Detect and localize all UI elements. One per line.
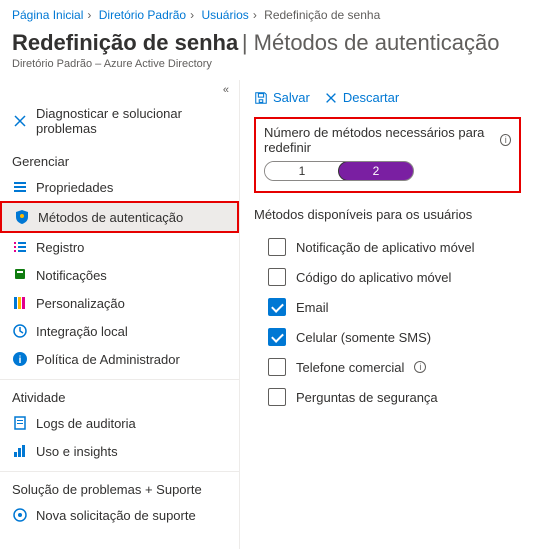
discard-label: Descartar (343, 90, 399, 105)
info-icon[interactable]: i (500, 134, 511, 146)
shield-icon (14, 209, 30, 225)
method-label: Notificação de aplicativo móvel (296, 240, 474, 255)
sidebar-item-usage[interactable]: Uso e insights (0, 437, 239, 465)
sidebar-item-new-request[interactable]: Nova solicitação de suporte (0, 501, 239, 529)
tenant-label: Diretório Padrão – Azure Active Director… (12, 58, 523, 70)
method-label: Perguntas de segurança (296, 390, 438, 405)
page-subtitle: | Métodos de autenticação (242, 30, 500, 55)
method-checkbox[interactable] (268, 328, 286, 346)
sidebar-item-label: Notificações (36, 268, 107, 283)
chart-icon (12, 443, 28, 459)
method-row: Código do aplicativo móvel (254, 262, 521, 292)
palette-icon (12, 295, 28, 311)
method-row: Perguntas de segurança (254, 382, 521, 412)
method-row: Notificação de aplicativo móvel (254, 232, 521, 262)
sidebar-group-support: Solução de problemas + Suporte (0, 471, 239, 501)
collapse-button[interactable]: « (0, 80, 239, 100)
sidebar-item-label: Uso e insights (36, 444, 118, 459)
method-checkbox[interactable] (268, 298, 286, 316)
sidebar-item-label: Nova solicitação de suporte (36, 508, 196, 523)
sidebar-item-audit[interactable]: Logs de auditoria (0, 409, 239, 437)
main-content: Salvar Descartar Número de métodos neces… (240, 80, 535, 549)
method-row: Celular (somente SMS) (254, 322, 521, 352)
methods-required-toggle[interactable]: 1 2 (264, 161, 414, 181)
sidebar-item-label: Política de Administrador (36, 352, 180, 367)
method-label: Celular (somente SMS) (296, 330, 431, 345)
sidebar-item-label: Diagnosticar e solucionar problemas (36, 106, 227, 136)
pill-option-2[interactable]: 2 (338, 161, 414, 181)
breadcrumb-link[interactable]: Usuários (201, 8, 248, 22)
sidebar-item-label: Métodos de autenticação (38, 210, 183, 225)
sidebar-item-registration[interactable]: Registro (0, 233, 239, 261)
info-icon: i (12, 351, 28, 367)
method-row: Telefone comercial i (254, 352, 521, 382)
sync-icon (12, 323, 28, 339)
methods-required-section: Número de métodos necessários para redef… (254, 117, 521, 193)
method-checkbox[interactable] (268, 358, 286, 376)
sidebar-item-label: Registro (36, 240, 84, 255)
bell-icon (12, 267, 28, 283)
sidebar-item-label: Logs de auditoria (36, 416, 136, 431)
page-header: Redefinição de senha | Métodos de autent… (0, 26, 535, 72)
sidebar-item-label: Propriedades (36, 180, 113, 195)
methods-required-label: Número de métodos necessários para redef… (264, 125, 511, 155)
breadcrumb-current: Redefinição de senha (264, 8, 380, 22)
close-icon (12, 113, 28, 129)
method-checkbox[interactable] (268, 268, 286, 286)
sidebar-item-auth-methods[interactable]: Métodos de autenticação (2, 203, 237, 231)
breadcrumb-link[interactable]: Página Inicial (12, 8, 83, 22)
sidebar-item-label: Integração local (36, 324, 128, 339)
sidebar-item-customization[interactable]: Personalização (0, 289, 239, 317)
method-label: Email (296, 300, 329, 315)
sidebar-item-onprem[interactable]: Integração local (0, 317, 239, 345)
sidebar-item-diagnose[interactable]: Diagnosticar e solucionar problemas (0, 100, 239, 142)
save-button[interactable]: Salvar (254, 90, 310, 105)
sidebar-group-activity: Atividade (0, 379, 239, 409)
close-icon (324, 91, 338, 105)
save-icon (254, 91, 268, 105)
breadcrumb: Página Inicial› Diretório Padrão› Usuári… (0, 0, 535, 26)
method-row: Email (254, 292, 521, 322)
page-title: Redefinição de senha (12, 30, 238, 55)
sidebar-item-admin-policy[interactable]: i Política de Administrador (0, 345, 239, 373)
sidebar-item-notifications[interactable]: Notificações (0, 261, 239, 289)
pill-option-1[interactable]: 1 (265, 162, 339, 180)
sidebar-group-manage: Gerenciar (0, 144, 239, 173)
method-checkbox[interactable] (268, 388, 286, 406)
svg-text:i: i (19, 355, 22, 366)
available-methods-list: Notificação de aplicativo móvel Código do… (254, 232, 521, 412)
properties-icon (12, 179, 28, 195)
toolbar: Salvar Descartar (254, 86, 521, 117)
sidebar-item-properties[interactable]: Propriedades (0, 173, 239, 201)
log-icon (12, 415, 28, 431)
list-icon (12, 239, 28, 255)
sidebar: « Diagnosticar e solucionar problemas Ge… (0, 80, 240, 549)
available-methods-label: Métodos disponíveis para os usuários (254, 207, 521, 222)
method-label: Código do aplicativo móvel (296, 270, 451, 285)
breadcrumb-link[interactable]: Diretório Padrão (99, 8, 186, 22)
method-label: Telefone comercial (296, 360, 404, 375)
discard-button[interactable]: Descartar (324, 90, 399, 105)
save-label: Salvar (273, 90, 310, 105)
sidebar-item-label: Personalização (36, 296, 125, 311)
method-checkbox[interactable] (268, 238, 286, 256)
support-icon (12, 507, 28, 523)
info-icon[interactable]: i (414, 361, 426, 373)
